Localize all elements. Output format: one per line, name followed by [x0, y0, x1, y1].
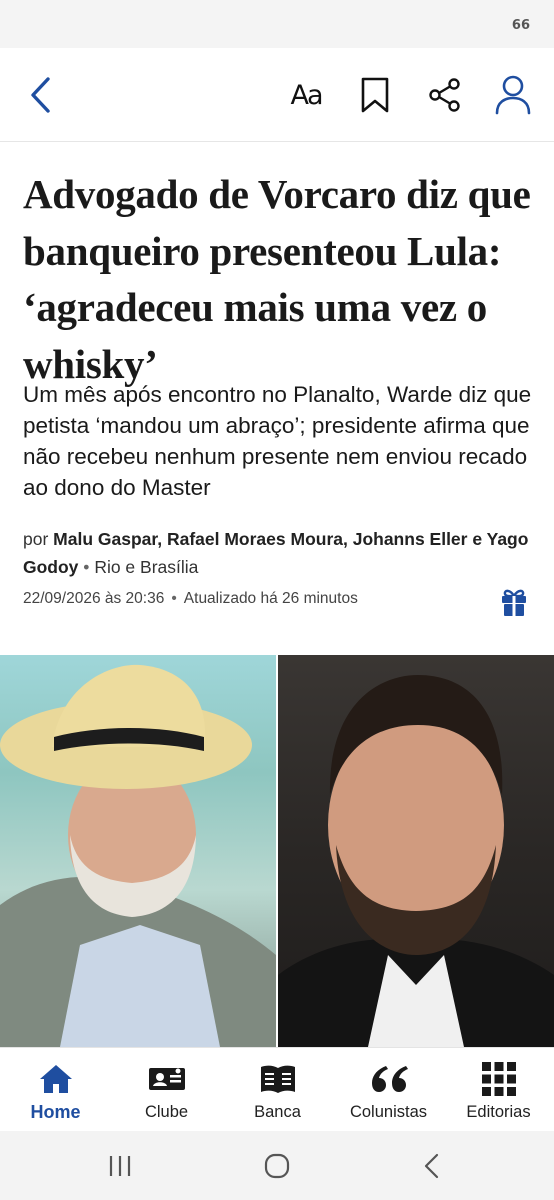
share-icon — [429, 78, 460, 112]
back-system-button[interactable] — [412, 1149, 452, 1183]
nav-label-editorias: Editorias — [466, 1103, 531, 1121]
system-navigation-bar — [0, 1131, 554, 1200]
chevron-left-icon — [31, 77, 50, 113]
membership-card-icon — [148, 1068, 185, 1090]
open-book-icon — [260, 1065, 295, 1093]
user-icon — [495, 75, 531, 115]
portrait-left-illustration — [0, 664, 276, 1047]
published-date: 22/09/2026 às 20:36 — [23, 590, 165, 607]
byline-prefix: por — [23, 529, 49, 549]
article-meta: 22/09/2026 às 20:36 • Atualizado há 26 min… — [23, 590, 358, 608]
photo-right-portrait — [278, 655, 554, 1047]
nav-item-home[interactable]: Home — [0, 1048, 111, 1132]
nav-label-colunistas: Colunistas — [349, 1103, 428, 1121]
byline-location: Rio e Brasília — [94, 557, 199, 577]
portrait-right-illustration — [278, 675, 554, 1047]
article-headline: Advogado de Vorcaro diz que banqueiro pr… — [23, 171, 531, 387]
recent-apps-icon — [109, 1156, 131, 1176]
article-toolbar: Aa — [0, 48, 554, 142]
updated-time: Atualizado há 26 minutos — [183, 590, 358, 607]
gift-article-button[interactable] — [498, 585, 530, 619]
bottom-navigation: Home Clube Banca Colunistas Editorias — [0, 1047, 554, 1131]
font-size-icon: Aa — [290, 79, 323, 111]
nav-item-banca[interactable]: Banca — [222, 1048, 333, 1132]
bookmark-button[interactable] — [352, 72, 398, 118]
nav-item-editorias[interactable]: Editorias — [443, 1048, 554, 1132]
photo-left-portrait — [0, 655, 276, 1047]
font-size-button[interactable]: Aa — [283, 72, 329, 118]
byline-separator: • — [83, 557, 90, 577]
grid-icon — [481, 1062, 516, 1096]
back-button[interactable] — [18, 72, 64, 118]
chevron-left-icon — [424, 1153, 439, 1179]
home-icon — [39, 1065, 72, 1093]
gift-icon — [502, 589, 526, 616]
article-lead-photo — [0, 655, 554, 1047]
battery-level: 66 — [511, 18, 530, 33]
meta-separator: • — [171, 590, 177, 607]
quote-icon — [371, 1066, 408, 1092]
bookmark-icon — [361, 77, 389, 113]
recent-apps-button[interactable] — [100, 1149, 140, 1183]
home-system-button[interactable] — [257, 1149, 297, 1183]
share-button[interactable] — [422, 72, 468, 118]
home-circle-icon — [264, 1153, 290, 1179]
article-subtitle: Um mês após encontro no Planalto, Warde … — [23, 382, 532, 500]
status-bar: 66 — [0, 0, 554, 48]
nav-item-colunistas[interactable]: Colunistas — [333, 1048, 444, 1132]
nav-label-banca: Banca — [254, 1103, 301, 1121]
nav-label-home: Home — [30, 1102, 81, 1122]
account-button[interactable] — [490, 72, 536, 118]
nav-label-clube: Clube — [144, 1103, 189, 1121]
article-byline: por Malu Gaspar, Rafael Moraes Moura, Jo… — [23, 525, 538, 581]
nav-item-clube[interactable]: Clube — [111, 1048, 222, 1132]
